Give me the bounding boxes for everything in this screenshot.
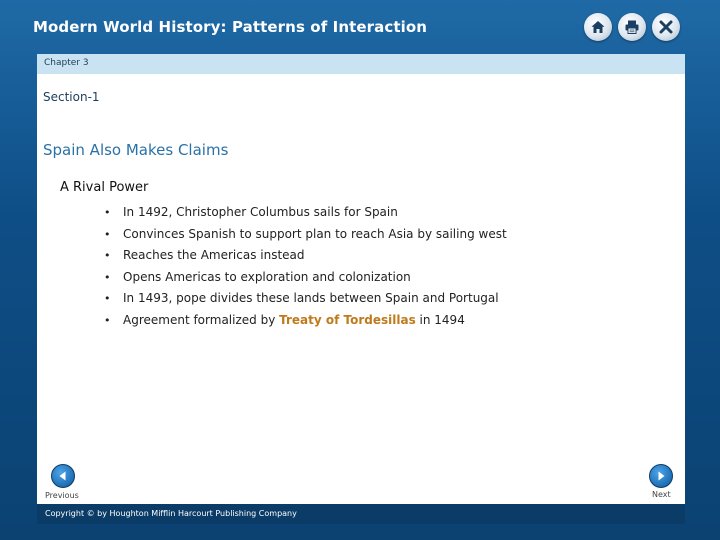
arrow-left-icon xyxy=(59,471,66,481)
copyright-text: Copyright © by Houghton Mifflin Harcourt… xyxy=(45,509,297,518)
home-icon xyxy=(591,21,605,33)
bullet-list: • In 1492, Christopher Columbus sails for… xyxy=(104,202,507,332)
print-icon xyxy=(625,20,639,34)
list-item: • Convinces Spanish to support plan to re… xyxy=(104,226,507,241)
treaty-link[interactable]: Treaty of Tordesillas xyxy=(279,313,416,327)
next-label[interactable]: Next xyxy=(652,490,671,499)
toolbar xyxy=(584,13,680,41)
previous-label[interactable]: Previous xyxy=(45,491,79,500)
chapter-bar: Chapter 3 xyxy=(37,54,685,74)
app-title: Modern World History: Patterns of Intera… xyxy=(33,18,428,36)
slide-content: Chapter 3 Section-1 Spain Also Makes Cla… xyxy=(37,54,685,504)
previous-button[interactable] xyxy=(51,464,75,488)
list-item: • Reaches the Americas instead xyxy=(104,248,305,263)
section-label: Section-1 xyxy=(43,90,100,104)
close-button[interactable] xyxy=(652,13,680,41)
next-button[interactable] xyxy=(649,464,673,488)
list-item: • Opens Americas to exploration and colon… xyxy=(104,269,411,284)
arrow-right-icon xyxy=(658,471,665,481)
slide-title: Spain Also Makes Claims xyxy=(43,141,229,159)
slide-subheading: A Rival Power xyxy=(60,180,149,195)
footer-bar: Copyright © by Houghton Mifflin Harcourt… xyxy=(37,504,685,524)
list-item: • In 1493, pope divides these lands betwe… xyxy=(104,291,499,306)
list-item: • In 1492, Christopher Columbus sails for… xyxy=(104,205,398,219)
chapter-label: Chapter 3 xyxy=(44,58,89,68)
home-button[interactable] xyxy=(584,13,612,41)
close-icon xyxy=(659,20,673,34)
list-item: • Agreement formalized by Treaty of Torde… xyxy=(104,312,465,327)
print-button[interactable] xyxy=(618,13,646,41)
